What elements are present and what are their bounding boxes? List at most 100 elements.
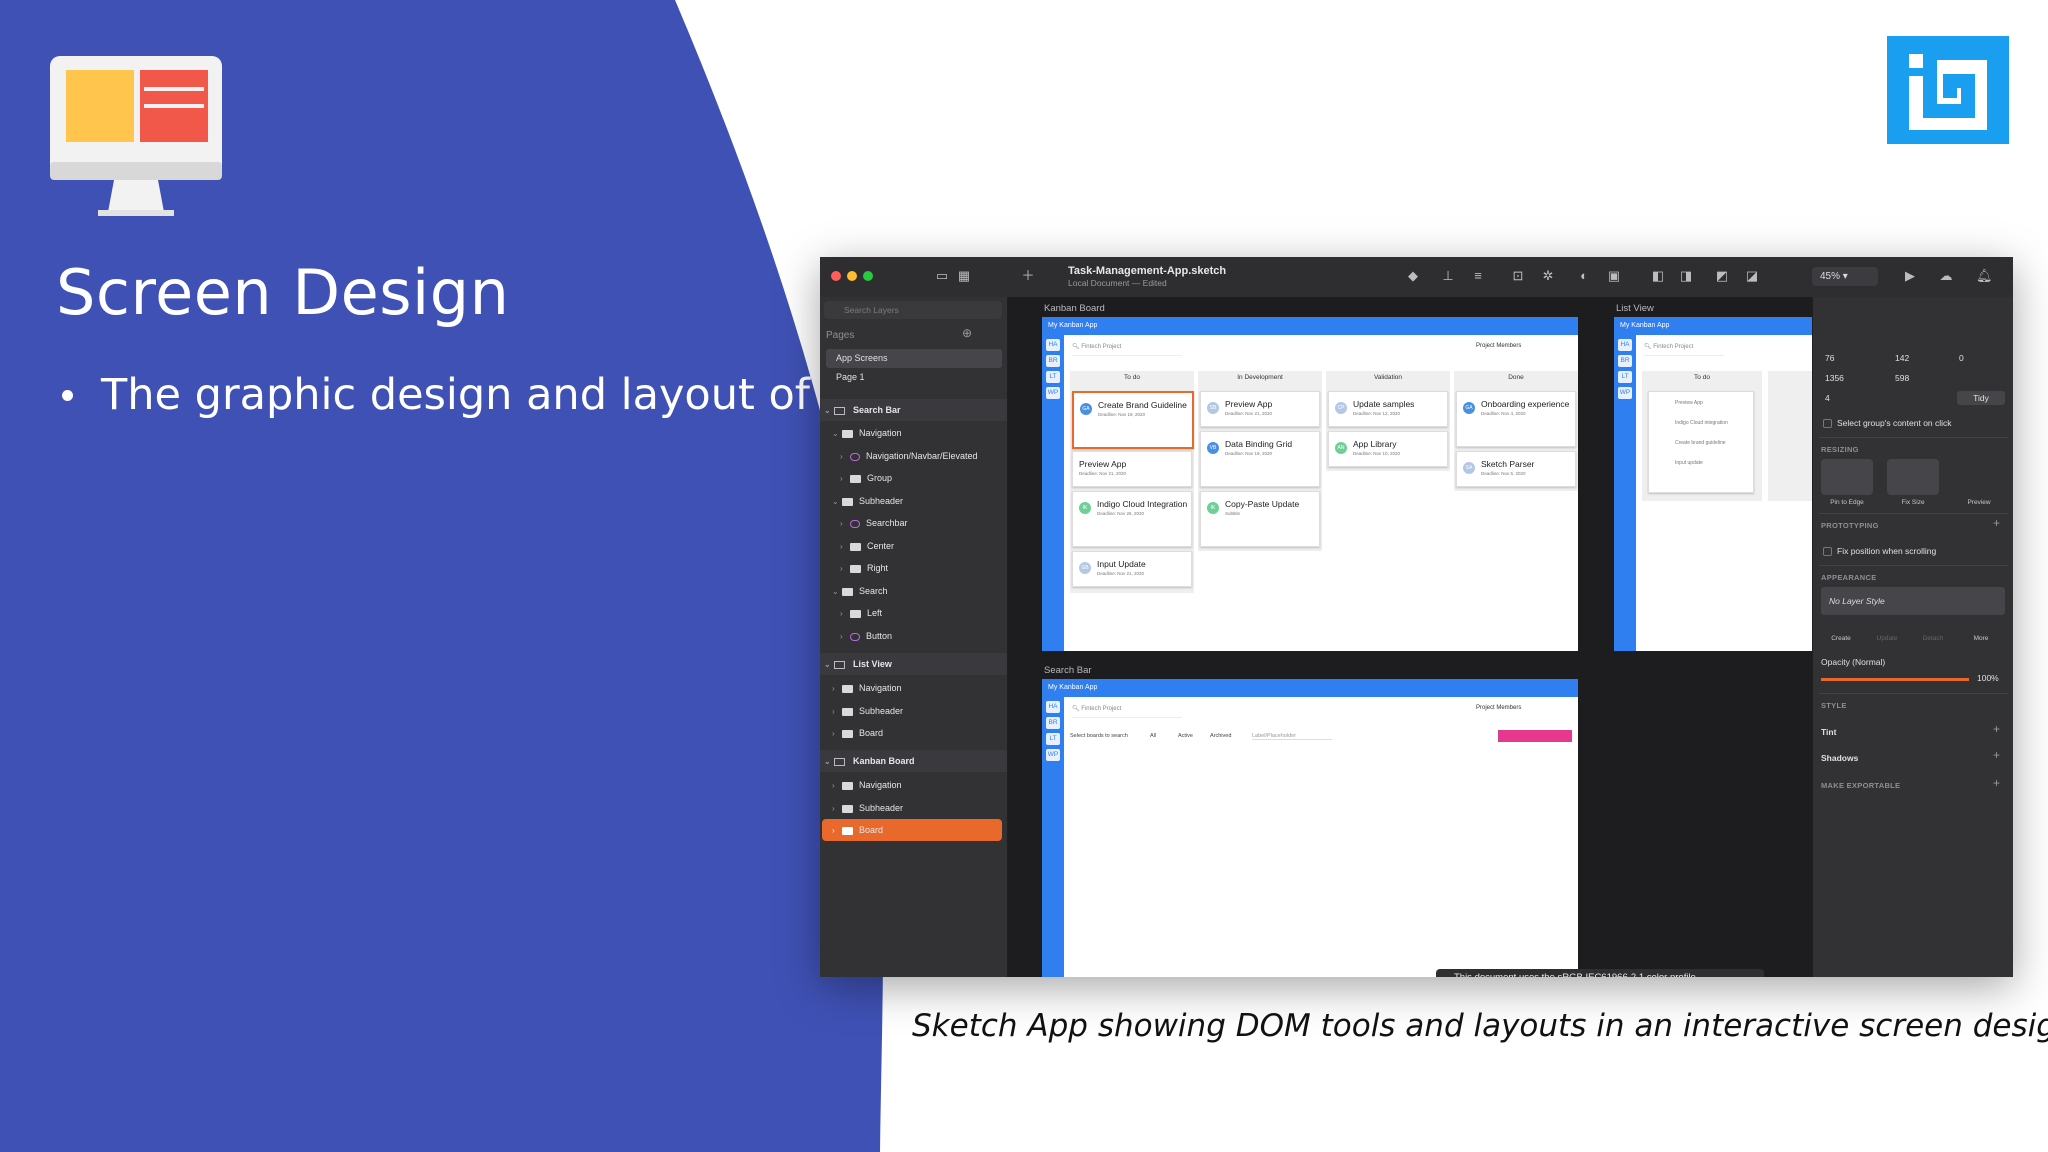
kanban-artboard[interactable]: My Kanban App HA BR LT WP 🔍︎ Fintech Pro…	[1042, 317, 1578, 651]
align-icon[interactable]: ⊥	[1440, 269, 1456, 283]
chevron-right-icon[interactable]: ›	[840, 558, 850, 580]
layer-searchbar[interactable]: › Searchbar	[820, 512, 1007, 534]
side-tag[interactable]: HA	[1046, 701, 1060, 713]
zoom-window-button[interactable]	[863, 271, 873, 281]
layer-navigation[interactable]: › Navigation	[820, 677, 1007, 699]
layer-search-bar[interactable]: ⌄ Search Bar	[820, 399, 1007, 421]
x-field[interactable]: 76	[1825, 351, 1834, 365]
card[interactable]: CP Update samples Deadline: Nov 12, 2020	[1328, 391, 1448, 427]
side-tag[interactable]: LT	[1046, 733, 1060, 745]
page-app-screens[interactable]: App Screens	[826, 349, 1002, 368]
layer-left[interactable]: › Left	[820, 602, 1007, 624]
artboard-label-list[interactable]: List View	[1616, 303, 1654, 314]
add-export-icon[interactable]: +	[1993, 776, 2000, 790]
opacity-slider[interactable]	[1821, 678, 1969, 681]
boolean-subtract-icon[interactable]: ◨	[1678, 269, 1694, 283]
card[interactable]: Preview App Deadline: Nov 21, 2020	[1072, 451, 1192, 487]
page-page-1[interactable]: Page 1	[826, 368, 1002, 387]
boolean-difference-icon[interactable]: ◪	[1744, 269, 1760, 283]
layer-subheader[interactable]: ⌄ Subheader	[820, 490, 1007, 512]
chevron-right-icon[interactable]: ›	[832, 798, 842, 820]
preview-resize-icon[interactable]	[1953, 459, 2005, 495]
side-tag[interactable]: HA	[1046, 339, 1060, 351]
filter-all[interactable]: All	[1150, 733, 1156, 739]
label-placeholder[interactable]: Label/Placeholder	[1252, 733, 1332, 740]
add-tint-icon[interactable]: +	[1993, 722, 2000, 736]
grid-view-icon[interactable]: ▦	[956, 269, 972, 283]
height-field[interactable]: 598	[1895, 371, 1909, 385]
search-bar-artboard[interactable]: My Kanban App HA BR LT WP 🔍︎ Fintech Pro…	[1042, 679, 1578, 977]
create-style-button[interactable]: Create	[1823, 635, 1859, 642]
zoom-select[interactable]: 45% ▾	[1812, 267, 1878, 286]
card[interactable]: GA Onboarding experience Deadline: Nov 4, …	[1456, 391, 1576, 447]
side-tag[interactable]: WP	[1046, 749, 1060, 761]
layer-right[interactable]: › Right	[820, 557, 1007, 579]
mask-icon[interactable]: ◐	[1576, 269, 1592, 283]
card[interactable]: SB Preview App Deadline: Nov 21, 2020	[1200, 391, 1320, 427]
add-shadow-icon[interactable]: +	[1993, 748, 2000, 762]
side-tag[interactable]: BR	[1046, 355, 1060, 367]
card[interactable]: AN App Library Deadline: Nov 10, 2020	[1328, 431, 1448, 467]
notifications-icon[interactable]: 🔔︎	[1976, 269, 1993, 283]
artboard-label-kanban[interactable]: Kanban Board	[1044, 303, 1105, 314]
chevron-right-icon[interactable]: ›	[840, 536, 850, 558]
filter-active[interactable]: Active	[1178, 733, 1193, 739]
card[interactable]: GA Create Brand Guideline Deadline: Nov 19…	[1072, 391, 1194, 449]
update-style-button[interactable]: Update	[1869, 635, 1905, 642]
chevron-right-icon[interactable]: ›	[832, 723, 842, 745]
sidebar-toggle-icon[interactable]: ▭	[934, 269, 950, 283]
more-style-button[interactable]: More	[1963, 635, 1999, 642]
side-tag[interactable]: HA	[1618, 339, 1632, 351]
layer-kanban-board[interactable]: ⌄ Kanban Board	[820, 750, 1007, 772]
chevron-down-icon[interactable]: ⌄	[824, 751, 834, 773]
radius-field[interactable]: 4	[1825, 391, 1830, 405]
card[interactable]: VB Data Binding Grid Deadline: Nov 19, 202…	[1200, 431, 1320, 487]
select-group-checkbox[interactable]	[1823, 419, 1832, 428]
transform-icon[interactable]: ✲	[1540, 269, 1556, 283]
width-field[interactable]: 1356	[1825, 371, 1844, 385]
symbol-icon[interactable]: ◆	[1405, 269, 1421, 283]
layer-navigation[interactable]: › Navigation	[820, 774, 1007, 796]
play-icon[interactable]: ▶	[1902, 269, 1918, 283]
search-layers-input[interactable]: Search Layers	[824, 301, 1002, 319]
chevron-right-icon[interactable]: ›	[832, 678, 842, 700]
card[interactable]: SA Sketch Parser Deadline: Nov 5, 2020	[1456, 451, 1576, 487]
cloud-share-icon[interactable]: ☁	[1938, 269, 1954, 283]
chevron-right-icon[interactable]: ›	[840, 626, 850, 648]
y-field[interactable]: 142	[1895, 351, 1909, 365]
side-tag[interactable]: BR	[1618, 355, 1632, 367]
layer-subheader[interactable]: › Subheader	[820, 700, 1007, 722]
layer-group[interactable]: › Group	[820, 467, 1007, 489]
layer-button[interactable]: › Button	[820, 625, 1007, 647]
group-icon[interactable]: ▣	[1606, 269, 1622, 283]
chevron-right-icon[interactable]: ›	[832, 775, 842, 797]
rotation-field[interactable]: 0	[1959, 351, 1964, 365]
side-tag[interactable]: WP	[1046, 387, 1060, 399]
pin-to-edge-button[interactable]	[1821, 459, 1873, 495]
search-action-button[interactable]	[1498, 730, 1572, 742]
card[interactable]: IK Copy-Paste Update Subtitle	[1200, 491, 1320, 547]
chevron-right-icon[interactable]: ›	[832, 701, 842, 723]
layer-navigation[interactable]: ⌄ Navigation	[820, 422, 1007, 444]
tidy-button[interactable]: Tidy	[1957, 391, 2005, 405]
fix-size-button[interactable]	[1887, 459, 1939, 495]
design-canvas[interactable]: Kanban Board List View Search Bar My Kan…	[1008, 297, 1816, 977]
list-card[interactable]: Preview App Indigo Cloud integration Cre…	[1648, 391, 1754, 493]
close-window-button[interactable]	[831, 271, 841, 281]
add-prototyping-icon[interactable]: +	[1993, 516, 2000, 530]
chevron-right-icon[interactable]: ›	[832, 820, 842, 842]
side-tag[interactable]: LT	[1046, 371, 1060, 383]
minimize-window-button[interactable]	[847, 271, 857, 281]
layer-subheader[interactable]: › Subheader	[820, 797, 1007, 819]
insert-icon[interactable]: ＋	[1020, 269, 1036, 283]
card[interactable]: GB Input Update Deadline: Nov 21, 2020	[1072, 551, 1192, 587]
chevron-down-icon[interactable]: ⌄	[832, 423, 842, 445]
add-page-icon[interactable]: ⊕	[962, 326, 972, 340]
filter-archived[interactable]: Archived	[1210, 733, 1231, 739]
boolean-union-icon[interactable]: ◧	[1650, 269, 1666, 283]
layer-center[interactable]: › Center	[820, 535, 1007, 557]
detach-style-button[interactable]: Detach	[1915, 635, 1951, 642]
layer-search[interactable]: ⌄ Search	[820, 580, 1007, 602]
layer-board[interactable]: › Board	[820, 722, 1007, 744]
chevron-right-icon[interactable]: ›	[840, 446, 850, 468]
